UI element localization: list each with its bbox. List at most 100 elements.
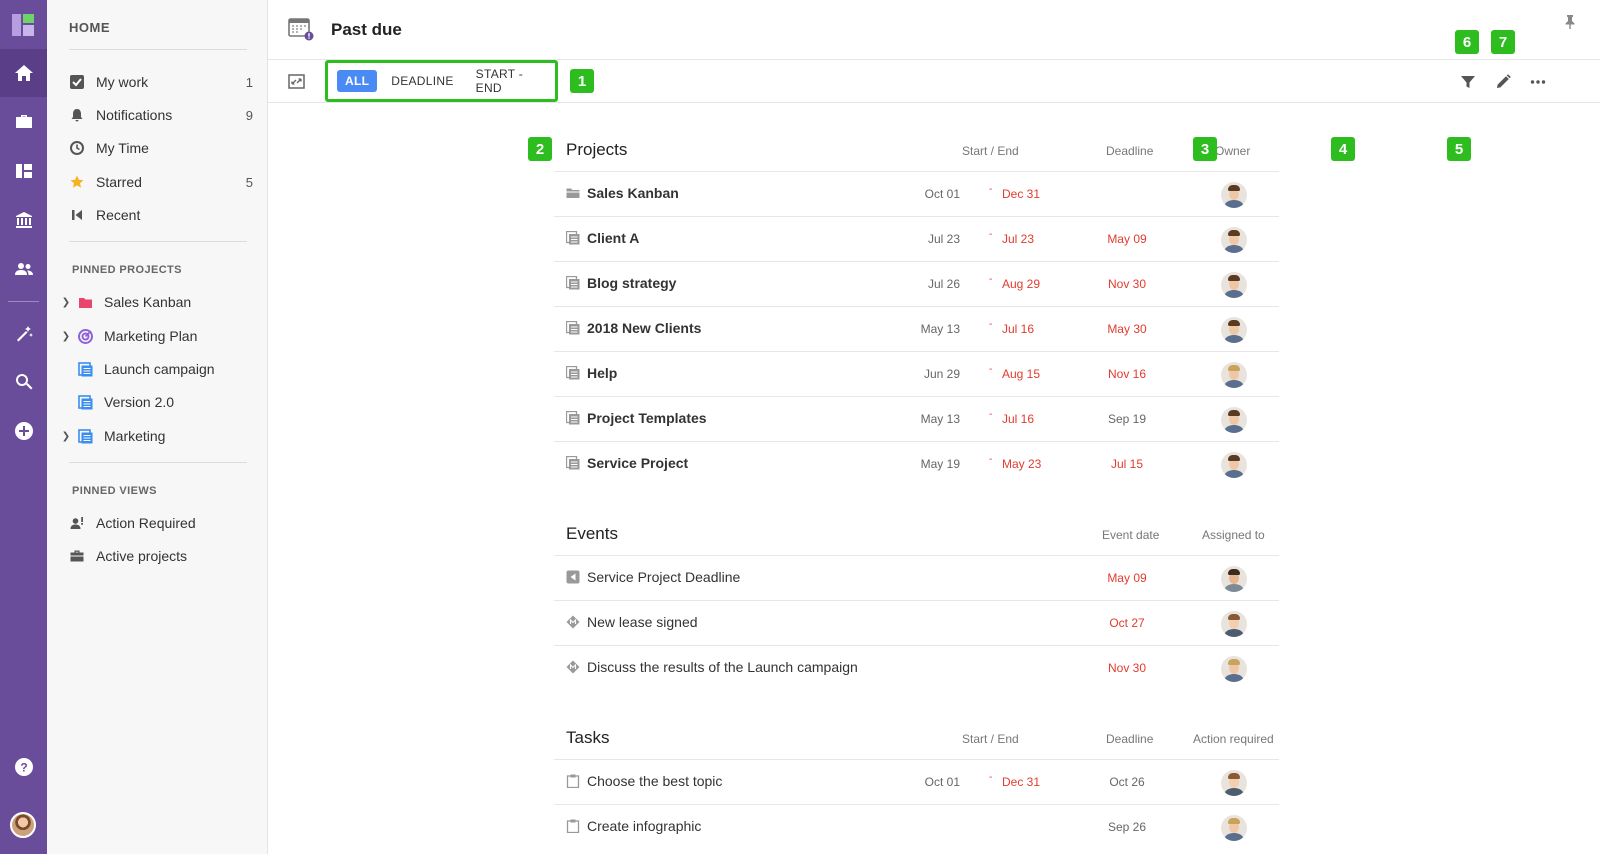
callout-badge: 6 xyxy=(1455,30,1479,54)
event-row[interactable]: Discuss the results of the Launch campai… xyxy=(554,645,1279,690)
home-icon[interactable] xyxy=(0,49,47,97)
event-name[interactable]: Service Project Deadline xyxy=(587,569,740,585)
project-name[interactable]: Service Project xyxy=(587,455,688,471)
deadline-date: Sep 26 xyxy=(1107,820,1147,834)
chevron-right-icon[interactable]: ❯ xyxy=(59,331,73,342)
col-deadline[interactable]: Deadline xyxy=(1106,732,1153,746)
project-name[interactable]: Blog strategy xyxy=(587,275,676,291)
pin-icon[interactable] xyxy=(1562,14,1578,30)
sidebar-item-my-time[interactable]: My Time xyxy=(69,137,253,159)
project-icon xyxy=(565,275,580,290)
start-date: Jun 29 xyxy=(923,367,960,381)
project-name[interactable]: Project Templates xyxy=(587,410,707,426)
date-range-separator: - xyxy=(989,229,993,240)
milestone-icon xyxy=(566,660,580,674)
owner-avatar[interactable] xyxy=(1221,227,1247,253)
app-logo-icon[interactable] xyxy=(12,14,34,36)
col-deadline[interactable]: Deadline xyxy=(1106,144,1153,158)
search-icon[interactable] xyxy=(0,358,47,406)
pinned-project-launch-campaign[interactable]: Launch campaign xyxy=(59,358,254,380)
start-date: Oct 01 xyxy=(924,187,960,201)
project-row[interactable]: 2018 New Clients May 13 - Jul 16 May 30 xyxy=(554,306,1279,351)
bank-icon[interactable] xyxy=(0,196,47,244)
events-section-header: Events Event date Assigned to xyxy=(566,521,1279,551)
dashboard-icon[interactable] xyxy=(0,147,47,195)
project-row[interactable]: Sales Kanban Oct 01 - Dec 31 xyxy=(554,171,1279,216)
project-row[interactable]: Service Project May 19 - May 23 Jul 15 xyxy=(554,441,1279,486)
expand-icon[interactable] xyxy=(288,73,305,90)
deadline-date: Jul 15 xyxy=(1110,457,1144,471)
app-window: ? HOME My work 1 Notifications 9 My Time… xyxy=(0,0,1600,854)
pencil-icon[interactable] xyxy=(1494,73,1512,91)
owner-avatar[interactable] xyxy=(1221,272,1247,298)
pinned-project-version-2[interactable]: Version 2.0 xyxy=(59,391,254,413)
col-action-required[interactable]: Action required xyxy=(1193,732,1274,746)
pinned-view-action-required[interactable]: Action Required xyxy=(69,512,253,534)
chevron-right-icon[interactable]: ❯ xyxy=(59,431,73,442)
col-assigned-to[interactable]: Assigned to xyxy=(1202,528,1265,542)
magic-wand-icon[interactable] xyxy=(0,310,47,358)
pinned-project-label: Sales Kanban xyxy=(104,294,192,310)
event-name[interactable]: New lease signed xyxy=(587,614,698,630)
date-range-separator: - xyxy=(989,454,993,465)
owner-avatar[interactable] xyxy=(1221,452,1247,478)
col-start-end[interactable]: Start / End xyxy=(962,144,1019,158)
project-name[interactable]: Client A xyxy=(587,230,639,246)
sidebar-item-notifications[interactable]: Notifications 9 xyxy=(69,104,253,126)
project-row[interactable]: Blog strategy Jul 26 - Aug 29 Nov 30 xyxy=(554,261,1279,306)
pinned-projects-heading: PINNED PROJECTS xyxy=(72,264,182,276)
filter-all-button[interactable]: ALL xyxy=(337,70,378,92)
project-row[interactable]: Client A Jul 23- Jul 23 May 09 xyxy=(554,216,1279,261)
task-name[interactable]: Create infographic xyxy=(587,818,701,834)
end-date: Dec 31 xyxy=(1002,775,1041,789)
project-name[interactable]: 2018 New Clients xyxy=(587,320,701,336)
action-required-avatar[interactable] xyxy=(1221,815,1247,841)
pinned-project-label: Launch campaign xyxy=(104,361,215,377)
task-name[interactable]: Choose the best topic xyxy=(587,773,722,789)
col-owner[interactable]: Owner xyxy=(1215,144,1250,158)
add-icon[interactable] xyxy=(0,407,47,455)
event-row[interactable]: New lease signed Oct 27 xyxy=(554,600,1279,645)
task-row[interactable]: Choose the best topic Oct 01 - Dec 31 Oct 26 xyxy=(554,759,1279,804)
col-event-date[interactable]: Event date xyxy=(1102,528,1159,542)
briefcase-icon xyxy=(69,548,85,564)
pinned-project-marketing-plan[interactable]: ❯ Marketing Plan xyxy=(59,325,254,347)
assignee-avatar[interactable] xyxy=(1221,566,1247,592)
sidebar-item-starred[interactable]: Starred 5 xyxy=(69,171,253,193)
users-icon[interactable] xyxy=(0,245,47,293)
more-icon[interactable] xyxy=(1529,73,1547,91)
assignee-avatar[interactable] xyxy=(1221,656,1247,682)
chevron-right-icon[interactable]: ❯ xyxy=(59,297,73,308)
filter-deadline-button[interactable]: DEADLINE xyxy=(383,70,461,92)
owner-avatar[interactable] xyxy=(1221,317,1247,343)
event-row[interactable]: Service Project Deadline May 09 xyxy=(554,555,1279,600)
task-row[interactable]: Create infographic Sep 26 xyxy=(554,804,1279,849)
pinned-project-sales-kanban[interactable]: ❯ Sales Kanban xyxy=(59,291,254,313)
user-avatar[interactable] xyxy=(10,812,36,838)
pinned-view-active-projects[interactable]: Active projects xyxy=(69,545,253,567)
project-row[interactable]: Help Jun 29 - Aug 15 Nov 16 xyxy=(554,351,1279,396)
task-icon xyxy=(566,774,580,789)
project-row[interactable]: Project Templates May 13 - Jul 16 Sep 19 xyxy=(554,396,1279,441)
filter-icon[interactable] xyxy=(1459,73,1477,91)
pinned-project-marketing[interactable]: ❯ Marketing xyxy=(59,425,254,447)
filter-start-end-button[interactable]: START - END xyxy=(468,63,549,99)
sidebar-divider xyxy=(69,49,247,50)
end-date: Aug 15 xyxy=(1002,367,1041,381)
sidebar-item-recent[interactable]: Recent xyxy=(69,204,253,226)
assignee-avatar[interactable] xyxy=(1221,611,1247,637)
project-name[interactable]: Help xyxy=(587,365,617,381)
col-start-end[interactable]: Start / End xyxy=(962,732,1019,746)
pinned-project-label: Marketing Plan xyxy=(104,328,198,344)
owner-avatar[interactable] xyxy=(1221,362,1247,388)
flag-icon xyxy=(566,570,580,584)
owner-avatar[interactable] xyxy=(1221,407,1247,433)
view-toolbar: ALL DEADLINE START - END 1 xyxy=(268,60,1600,103)
help-icon[interactable]: ? xyxy=(0,743,47,791)
project-name[interactable]: Sales Kanban xyxy=(587,185,679,201)
briefcase-icon[interactable] xyxy=(0,98,47,146)
sidebar-item-my-work[interactable]: My work 1 xyxy=(69,71,253,93)
owner-avatar[interactable] xyxy=(1221,182,1247,208)
event-name[interactable]: Discuss the results of the Launch campai… xyxy=(587,659,858,675)
action-required-avatar[interactable] xyxy=(1221,770,1247,796)
